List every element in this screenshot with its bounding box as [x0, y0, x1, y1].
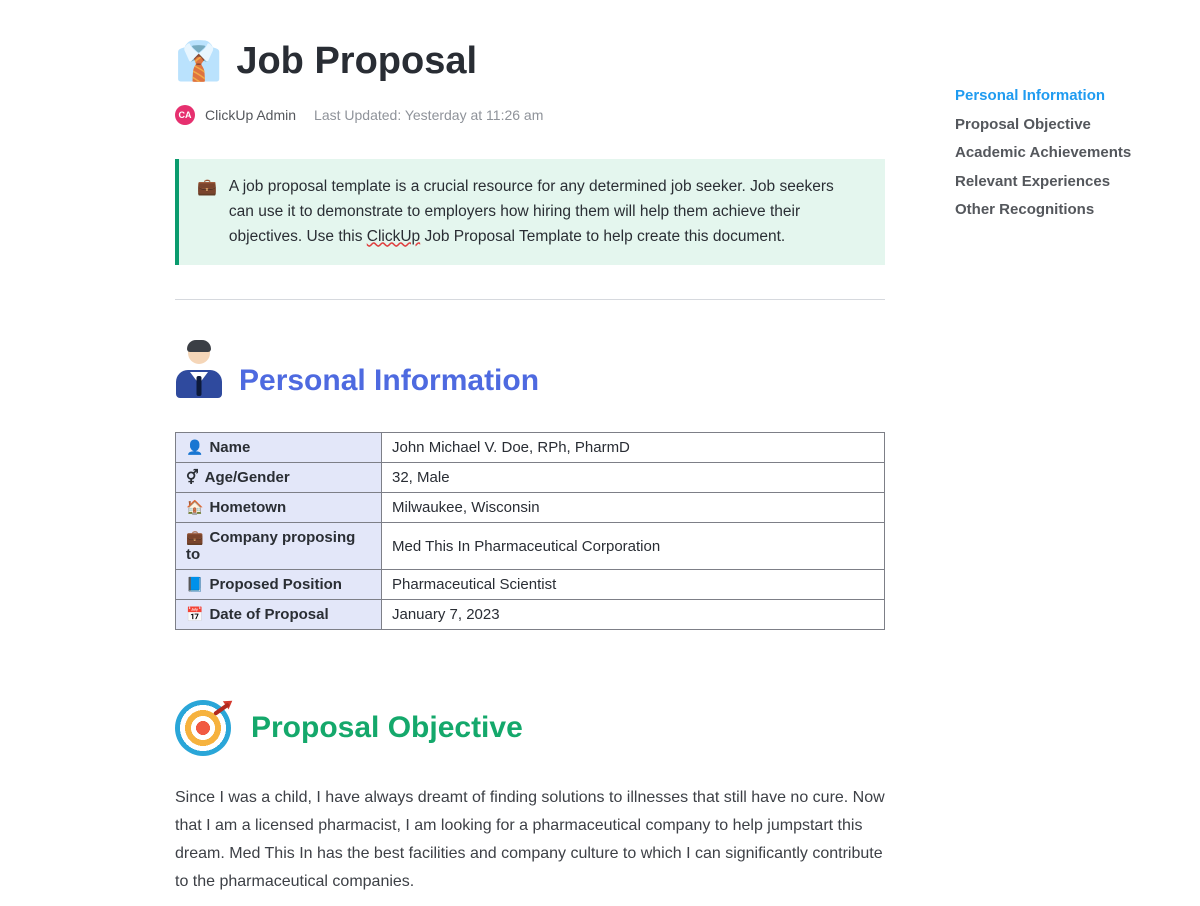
page-title: Job Proposal — [236, 40, 477, 83]
table-row: 🏠 Hometown Milwaukee, Wisconsin — [176, 493, 885, 523]
book-icon: 📘 — [186, 576, 203, 592]
calendar-icon: 📅 — [186, 606, 203, 622]
label-name: Name — [209, 439, 250, 456]
label-date: Date of Proposal — [209, 606, 328, 623]
label-age-gender: Age/Gender — [205, 469, 290, 486]
proposal-objective-body: Since I was a child, I have always dream… — [175, 784, 885, 896]
value-company: Med This In Pharmaceutical Corporation — [382, 523, 885, 570]
nav-item-academic-achievements[interactable]: Academic Achievements — [955, 139, 1155, 168]
callout-text: A job proposal template is a crucial res… — [229, 175, 863, 249]
divider — [175, 299, 885, 300]
outline-nav: Personal Information Proposal Objective … — [955, 82, 1155, 225]
label-hometown: Hometown — [209, 499, 286, 516]
label-company: Company proposing to — [186, 529, 355, 563]
title-row: 👔 Job Proposal — [175, 40, 885, 83]
avatar: CA — [175, 105, 195, 125]
table-row: 📅 Date of Proposal January 7, 2023 — [176, 600, 885, 630]
section-personal-info-heading: Personal Information — [175, 340, 885, 398]
meta-row: CA ClickUp Admin Last Updated: Yesterday… — [175, 105, 885, 125]
suit-icon: 👔 — [175, 43, 222, 81]
last-updated-prefix: Last Updated: — [314, 107, 405, 123]
briefcase-icon: 💼 — [197, 175, 217, 249]
briefcase-small-icon: 💼 — [186, 529, 203, 545]
person-silhouette-icon: 👤 — [186, 439, 203, 455]
label-position: Proposed Position — [209, 576, 342, 593]
nav-item-proposal-objective[interactable]: Proposal Objective — [955, 111, 1155, 140]
table-row: 📘 Proposed Position Pharmaceutical Scient… — [176, 570, 885, 600]
value-date: January 7, 2023 — [382, 600, 885, 630]
nav-item-relevant-experiences[interactable]: Relevant Experiences — [955, 168, 1155, 197]
table-row: ⚥ Age/Gender 32, Male — [176, 463, 885, 493]
clickup-link[interactable]: ClickUp — [367, 228, 420, 245]
value-age-gender: 32, Male — [382, 463, 885, 493]
house-icon: 🏠 — [186, 499, 203, 515]
author-name: ClickUp Admin — [205, 107, 296, 123]
section-proposal-objective-heading: Proposal Objective — [175, 700, 885, 756]
value-hometown: Milwaukee, Wisconsin — [382, 493, 885, 523]
document-body: 👔 Job Proposal CA ClickUp Admin Last Upd… — [175, 40, 885, 896]
nav-item-other-recognitions[interactable]: Other Recognitions — [955, 196, 1155, 225]
last-updated: Last Updated: Yesterday at 11:26 am — [314, 107, 543, 123]
nav-item-personal-information[interactable]: Personal Information — [955, 82, 1155, 111]
table-row: 👤 Name John Michael V. Doe, RPh, PharmD — [176, 433, 885, 463]
value-position: Pharmaceutical Scientist — [382, 570, 885, 600]
intro-callout: 💼 A job proposal template is a crucial r… — [175, 159, 885, 265]
target-icon — [175, 700, 231, 756]
table-row: 💼Company proposing to Med This In Pharma… — [176, 523, 885, 570]
value-name: John Michael V. Doe, RPh, PharmD — [382, 433, 885, 463]
person-icon — [175, 340, 223, 398]
last-updated-value: Yesterday at 11:26 am — [405, 107, 544, 123]
proposal-objective-title: Proposal Objective — [251, 711, 523, 745]
personal-information-title: Personal Information — [239, 364, 539, 398]
callout-text-after: Job Proposal Template to help create thi… — [420, 228, 785, 245]
gender-icon: ⚥ — [186, 469, 199, 485]
personal-info-table: 👤 Name John Michael V. Doe, RPh, PharmD ⚥… — [175, 432, 885, 630]
